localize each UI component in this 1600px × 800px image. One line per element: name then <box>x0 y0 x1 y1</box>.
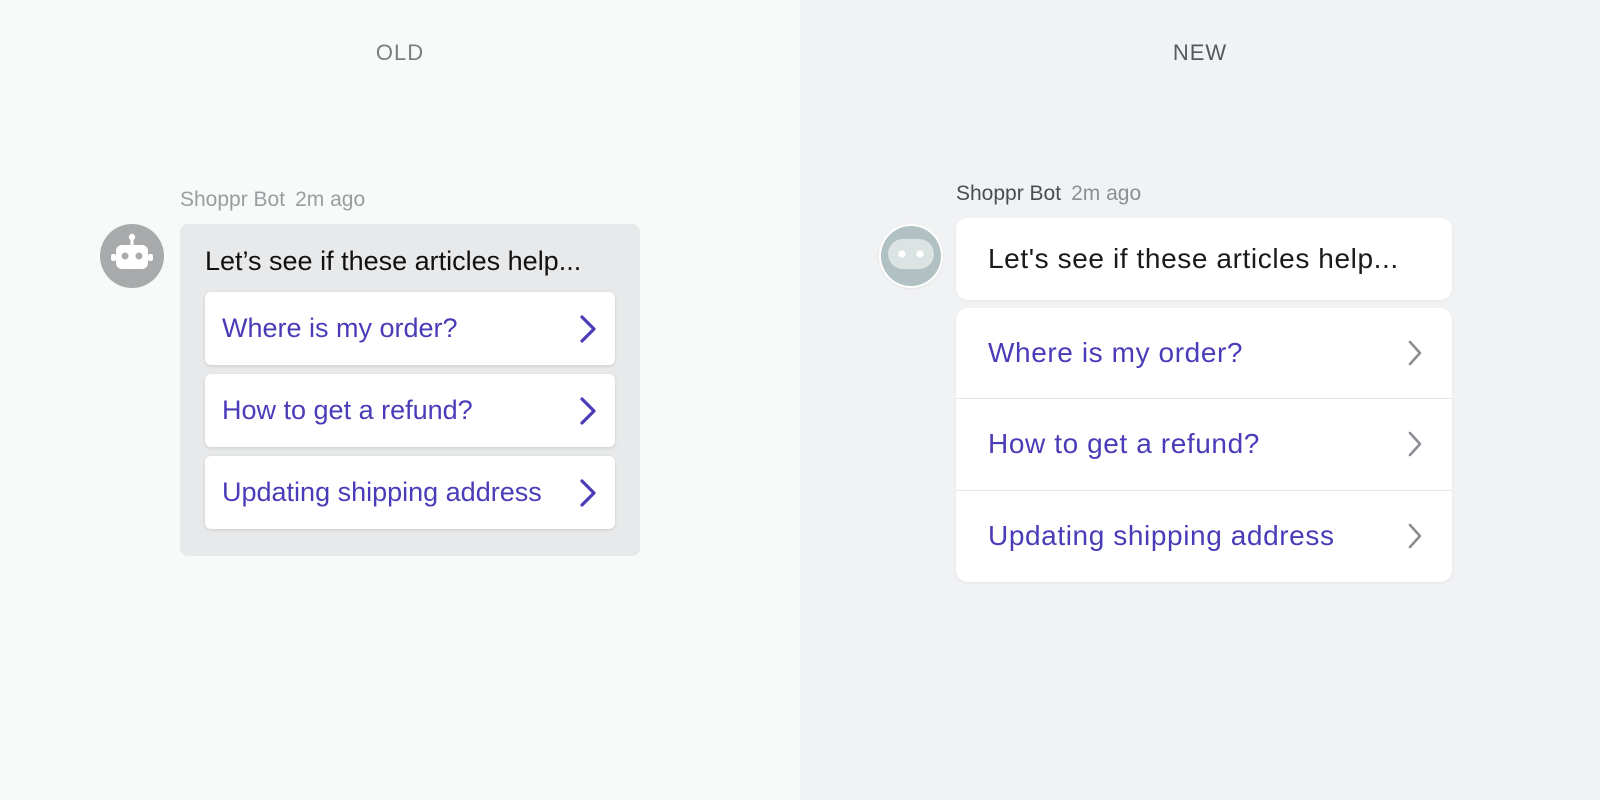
old-article-label: Where is my order? <box>222 313 458 343</box>
new-bot-name: Shoppr Bot <box>956 182 1062 205</box>
robot-face-icon <box>886 237 936 276</box>
robot-icon <box>108 232 156 281</box>
old-bot-avatar <box>100 224 164 288</box>
old-article-refund[interactable]: How to get a refund? <box>205 374 615 447</box>
new-article-label: Where is my order? <box>988 337 1244 369</box>
chevron-right-icon <box>579 396 597 426</box>
old-timestamp: 2m ago <box>295 188 366 211</box>
new-article-where-is-my-order[interactable]: Where is my order? <box>956 308 1452 400</box>
old-intro-text: Let’s see if these articles help... <box>205 246 582 276</box>
chevron-right-icon <box>1406 521 1424 551</box>
new-heading: NEW <box>1172 40 1228 65</box>
chevron-right-icon <box>1406 429 1424 459</box>
old-article-label: How to get a refund? <box>222 395 473 425</box>
old-message-bubble: Let’s see if these articles help... Wher… <box>180 224 640 556</box>
chevron-right-icon <box>1406 338 1424 368</box>
old-heading: OLD <box>375 40 425 65</box>
old-bot-name: Shoppr Bot <box>180 188 286 211</box>
new-intro-text: Let's see if these articles help... <box>988 243 1399 274</box>
old-message-meta: Shoppr Bot 2m ago <box>180 188 365 212</box>
new-intro-bubble: Let's see if these articles help... <box>956 218 1452 300</box>
new-article-refund[interactable]: How to get a refund? <box>956 399 1452 491</box>
new-article-label: Updating shipping address <box>988 520 1335 552</box>
old-article-where-is-my-order[interactable]: Where is my order? <box>205 292 615 365</box>
new-bot-avatar <box>881 226 941 286</box>
chevron-right-icon <box>579 478 597 508</box>
old-article-shipping-address[interactable]: Updating shipping address <box>205 456 615 529</box>
new-article-shipping-address[interactable]: Updating shipping address <box>956 491 1452 582</box>
chevron-right-icon <box>579 314 597 344</box>
new-timestamp: 2m ago <box>1071 182 1142 205</box>
old-article-label: Updating shipping address <box>222 477 542 507</box>
new-article-label: How to get a refund? <box>988 428 1260 460</box>
new-message-meta: Shoppr Bot 2m ago <box>956 182 1141 206</box>
new-article-list: Where is my order? How to get a refund? … <box>956 308 1452 582</box>
